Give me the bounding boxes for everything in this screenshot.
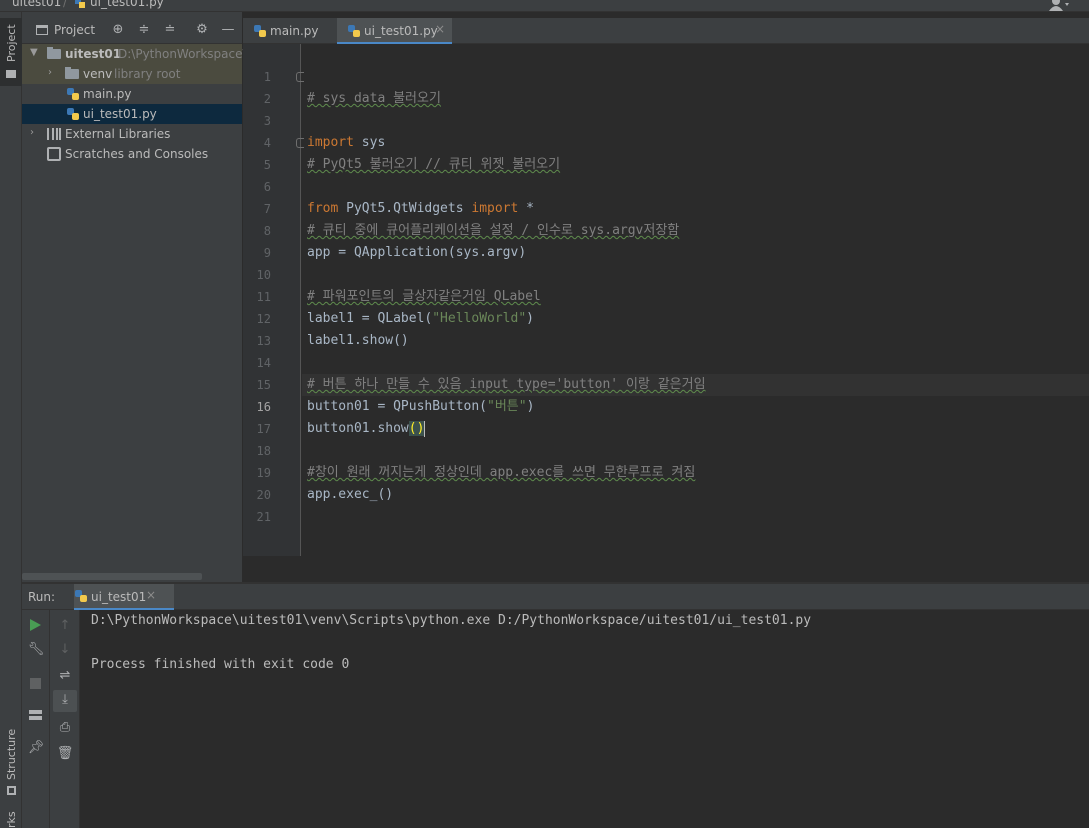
project-panel-title[interactable]: Project [54, 23, 95, 37]
breadcrumb-project[interactable]: uitest01 [12, 0, 61, 9]
tab-ui-test01-py[interactable]: ui_test01.py × [337, 18, 452, 45]
structure-icon [7, 786, 16, 795]
python-file-icon [254, 25, 266, 37]
code-line: 2 import sys [0, 66, 1089, 150]
layout-icon[interactable] [29, 710, 42, 720]
locate-icon[interactable]: ⊕ [110, 22, 126, 38]
gear-icon[interactable]: ⚙ [194, 22, 210, 38]
code-line: 19 app.exec_() [0, 440, 1089, 502]
code-line: 7 # 큐티 중에 큐어플리케이션을 설정 / 인수로 sys.argv저장함 [0, 176, 1089, 238]
code-line: 20 [0, 462, 1089, 502]
code-line: 13 [0, 308, 1089, 348]
editor-tab-bar: main.py ui_test01.py × [243, 18, 1089, 45]
stop-icon[interactable] [30, 678, 41, 689]
console-line: D:\PythonWorkspace\uitest01\venv\Scripts… [91, 613, 812, 628]
code-line: 18 #창이 원래 꺼지는게 정상인데 app.exec를 쓰면 무한루프로 켜… [0, 418, 1089, 480]
structure-tool-tab[interactable]: Structure [0, 728, 22, 800]
run-panel-label: Run: [28, 590, 56, 604]
project-horizontal-scrollbar[interactable] [22, 573, 202, 580]
favorites-tool-tab-label: rks [5, 811, 18, 828]
scroll-to-end-icon[interactable]: ⤓ [53, 690, 77, 712]
code-line: 4 # PyQt5 불러오기 // 큐티 위젯 불러오기 [0, 110, 1089, 172]
code-line: 1 # sys data 불러오기 [0, 44, 1089, 106]
navigation-bar: uitest01 / ui_test01.py [0, 0, 1089, 12]
fold-marker-icon[interactable] [296, 138, 304, 148]
favorites-tool-tab[interactable]: rks [0, 804, 22, 828]
hide-panel-icon[interactable]: — [220, 22, 236, 38]
code-line: 3 [0, 88, 1089, 128]
structure-tool-tab-label: Structure [5, 728, 18, 780]
tab-label: main.py [270, 24, 319, 38]
tab-main-py[interactable]: main.py [243, 18, 336, 44]
collapse-all-icon[interactable]: ≐ [162, 22, 178, 38]
python-file-icon [348, 25, 360, 37]
close-icon[interactable]: × [146, 588, 156, 602]
code-line: 5 from PyQt5.QtWidgets import * [0, 132, 1089, 216]
python-file-icon [75, 0, 85, 8]
run-toolbar-secondary: ↑ ↓ ⇌ ⤓ ⎙ 🗑︎ [50, 610, 80, 828]
code-line: 14 # 버튼 하나 만들 수 있음 input type='button' 이… [0, 330, 1089, 392]
soft-wrap-icon[interactable]: ⇌ [55, 666, 75, 686]
breadcrumb-file[interactable]: ui_test01.py [90, 0, 164, 9]
code-line: 11 label1 = QLabel("HelloWorld") [0, 264, 1089, 326]
code-line: 21 [0, 484, 1089, 524]
code-line: 10 # 파워포인트의 글상자같은거임 QLabel [0, 242, 1089, 304]
code-line: 6 [0, 154, 1089, 194]
wrench-icon[interactable]: 🔧︎ [26, 640, 46, 660]
code-line: 9 [0, 220, 1089, 260]
code-line: 15 button01 = QPushButton("버튼") [0, 352, 1089, 414]
console-line: Process finished with exit code 0 [91, 657, 350, 672]
project-view-icon [36, 25, 48, 35]
run-tab-label: ui_test01 [91, 590, 147, 604]
fold-marker-icon[interactable] [296, 72, 304, 82]
code-line-current: 16 button01.show() [0, 374, 1089, 437]
run-tab-ui-test01[interactable]: ui_test01 × [74, 584, 174, 611]
editor-footer [243, 556, 1089, 582]
print-icon[interactable]: ⎙ [55, 718, 75, 738]
code-line: 12 label1.show() [0, 286, 1089, 348]
python-file-icon [75, 590, 87, 602]
close-icon[interactable]: × [435, 22, 445, 36]
breadcrumb-separator: / [63, 0, 68, 9]
console-output[interactable] [80, 610, 1089, 828]
tab-label: ui_test01.py [364, 24, 438, 38]
code-line: 17 [0, 396, 1089, 436]
arrow-down-icon[interactable]: ↓ [55, 640, 75, 660]
line-number: 21 [256, 510, 271, 524]
expand-all-icon[interactable]: ≑ [136, 22, 152, 38]
arrow-up-icon[interactable]: ↑ [55, 616, 75, 636]
code-line: 8 app = QApplication(sys.argv) [0, 198, 1089, 260]
trash-icon[interactable]: 🗑︎ [55, 744, 75, 764]
project-panel-header: Project ⊕ ≑ ≐ ⚙ — [22, 18, 242, 44]
run-toolbar-primary: 🔧︎ 📌︎ [22, 610, 50, 828]
pin-icon[interactable]: 📌︎ [26, 738, 46, 758]
rerun-icon[interactable] [28, 618, 42, 632]
run-panel-header: Run: ui_test01 × [22, 584, 1089, 611]
user-account-icon[interactable] [1049, 0, 1071, 11]
